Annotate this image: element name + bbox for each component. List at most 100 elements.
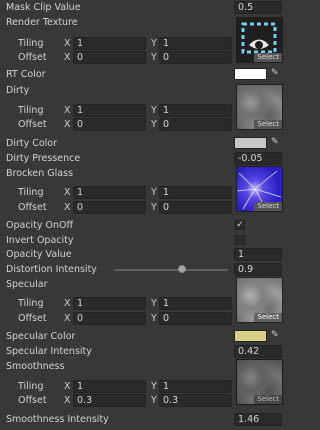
dirty-color-swatch[interactable] (234, 137, 267, 149)
specular-intensity-label: Specular Intensity (6, 346, 92, 357)
x-label: X (64, 38, 71, 49)
y-label: Y (151, 38, 157, 49)
select-button[interactable]: Select (254, 202, 282, 211)
render-texture-offset-y[interactable]: 0 (159, 51, 232, 64)
distortion-slider-handle[interactable] (178, 265, 187, 273)
smoothness-offset-x[interactable]: 0.3 (73, 394, 146, 407)
dirty-label: Dirty (6, 85, 30, 96)
dirty-color-row: Dirty Color ✎ (0, 137, 286, 151)
opacity-onoff-label: Opacity OnOff (6, 220, 74, 231)
y-label: Y (151, 313, 157, 324)
specular-tiling-y[interactable]: 1 (159, 297, 232, 310)
x-label: X (64, 187, 71, 198)
render-texture-offset-x[interactable]: 0 (73, 51, 146, 64)
y-label: Y (151, 105, 157, 116)
specular-intensity-field[interactable]: 0.42 (234, 345, 282, 358)
dirty-presence-row: Dirty Pressence -0.05 (0, 152, 286, 166)
invert-opacity-label: Invert Opacity (6, 235, 74, 246)
offset-label: Offset (18, 395, 47, 406)
eyedropper-icon[interactable]: ✎ (271, 330, 279, 340)
x-label: X (64, 395, 71, 406)
specular-offset-x[interactable]: 0 (73, 312, 146, 325)
mask-clip-label: Mask Clip Value (6, 2, 81, 13)
offset-label: Offset (18, 52, 47, 63)
y-label: Y (151, 298, 157, 309)
broken-glass-label: Brocken Glass (6, 168, 74, 179)
distortion-field[interactable]: 0.9 (234, 263, 282, 276)
specular-intensity-row: Specular Intensity 0.42 (0, 345, 286, 359)
y-label: Y (151, 119, 157, 130)
x-label: X (64, 52, 71, 63)
specular-color-row: Specular Color ✎ (0, 330, 286, 344)
broken-glass-tiling-x[interactable]: 1 (73, 186, 146, 199)
tiling-label: Tiling (18, 381, 44, 392)
dirty-offset-y[interactable]: 0 (159, 118, 232, 131)
x-label: X (64, 105, 71, 116)
dirty-tiling-y[interactable]: 1 (159, 104, 232, 117)
offset-label: Offset (18, 313, 47, 324)
specular-color-label: Specular Color (6, 331, 76, 342)
y-label: Y (151, 187, 157, 198)
dirty-color-label: Dirty Color (6, 138, 58, 149)
smoothness-intensity-row: Smoothness Intensity 1.46 (0, 413, 286, 427)
y-label: Y (151, 52, 157, 63)
smoothness-label: Smoothness (6, 361, 65, 372)
smoothness-intensity-label: Smoothness Intensity (6, 414, 109, 425)
invert-opacity-checkbox[interactable] (235, 235, 245, 245)
broken-glass-offset-y[interactable]: 0 (159, 201, 232, 214)
broken-glass-tiling-y[interactable]: 1 (159, 186, 232, 199)
opacity-value-label: Opacity Value (6, 249, 72, 260)
select-button[interactable]: Select (254, 313, 282, 322)
dirty-tiling-x[interactable]: 1 (73, 104, 146, 117)
dirty-presence-field[interactable]: -0.05 (234, 152, 282, 165)
y-label: Y (151, 202, 157, 213)
render-texture-tiling-x[interactable]: 1 (73, 37, 146, 50)
specular-color-swatch[interactable] (234, 330, 267, 342)
offset-label: Offset (18, 202, 47, 213)
select-button[interactable]: Select (254, 120, 282, 129)
tiling-label: Tiling (18, 105, 44, 116)
tiling-label: Tiling (18, 187, 44, 198)
select-button[interactable]: Select (254, 395, 282, 404)
dirty-offset-x[interactable]: 0 (73, 118, 146, 131)
rt-color-swatch[interactable] (234, 68, 267, 80)
opacity-onoff-checkbox[interactable]: ✓ (235, 220, 245, 230)
smoothness-tiling-y[interactable]: 1 (159, 380, 232, 393)
y-label: Y (151, 381, 157, 392)
x-label: X (64, 202, 71, 213)
rt-color-row: RT Color ✎ (0, 68, 286, 82)
smoothness-texture-slot[interactable]: Select (236, 359, 283, 405)
eyedropper-icon[interactable]: ✎ (271, 68, 279, 78)
dirty-presence-label: Dirty Pressence (6, 153, 81, 164)
y-label: Y (151, 395, 157, 406)
mask-clip-field[interactable]: 0.5 (234, 1, 282, 14)
mask-clip-row: Mask Clip Value 0.5 (0, 1, 286, 15)
dirty-texture-slot[interactable]: Select (236, 84, 283, 130)
offset-label: Offset (18, 119, 47, 130)
rt-color-label: RT Color (6, 69, 46, 80)
tiling-label: Tiling (18, 298, 44, 309)
specular-tiling-x[interactable]: 1 (73, 297, 146, 310)
eyedropper-icon[interactable]: ✎ (271, 137, 279, 147)
select-button[interactable]: Select (254, 53, 282, 62)
opacity-onoff-row: Opacity OnOff ✓ (0, 219, 286, 233)
x-label: X (64, 119, 71, 130)
x-label: X (64, 313, 71, 324)
smoothness-intensity-field[interactable]: 1.46 (234, 413, 282, 426)
smoothness-offset-y[interactable]: 0.3 (159, 394, 232, 407)
distortion-slider[interactable] (114, 269, 228, 271)
x-label: X (64, 298, 71, 309)
smoothness-tiling-x[interactable]: 1 (73, 380, 146, 393)
render-texture-slot[interactable]: Select (236, 17, 283, 63)
distortion-row: Distortion Intensity 0.9 (0, 263, 286, 277)
specular-offset-y[interactable]: 0 (159, 312, 232, 325)
broken-glass-texture-slot[interactable]: Select (236, 166, 283, 212)
distortion-label: Distortion Intensity (6, 264, 97, 275)
invert-opacity-row: Invert Opacity (0, 234, 286, 248)
opacity-value-field[interactable]: 1 (234, 248, 282, 261)
specular-texture-slot[interactable]: Select (236, 277, 283, 323)
opacity-value-row: Opacity Value 1 (0, 248, 286, 262)
broken-glass-offset-x[interactable]: 0 (73, 201, 146, 214)
render-texture-label: Render Texture (6, 17, 78, 28)
render-texture-tiling-y[interactable]: 1 (159, 37, 232, 50)
